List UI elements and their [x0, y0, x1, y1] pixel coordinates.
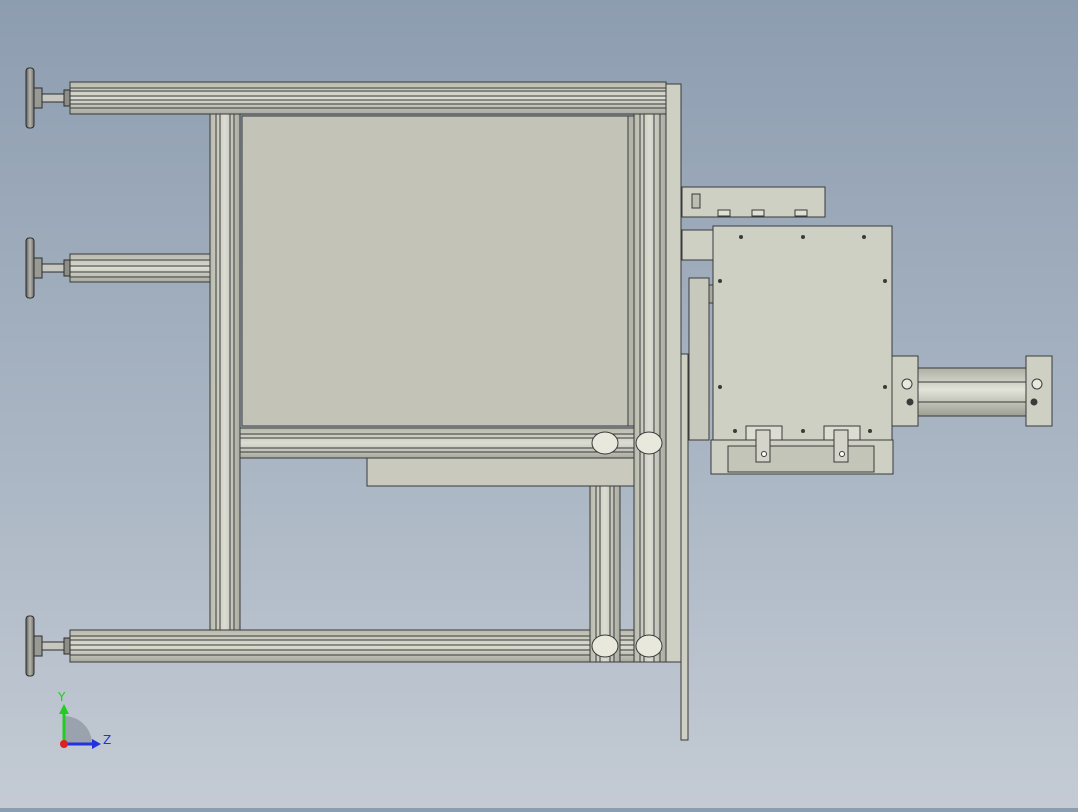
triad-plane [64, 716, 92, 744]
y-axis-head [59, 704, 69, 714]
bottom-rail [69, 629, 667, 663]
right-upright [633, 113, 667, 663]
actuator-assembly [681, 186, 1053, 475]
leveling-foot-middle [25, 237, 71, 299]
middle-rail [69, 253, 212, 283]
leveling-foot-top [25, 67, 71, 129]
top-rail [69, 81, 667, 115]
triad-origin [60, 740, 68, 748]
z-axis-head [92, 739, 101, 749]
z-axis-label: Z [103, 733, 111, 747]
leveling-feet [25, 67, 71, 677]
y-axis-label: Y [57, 690, 66, 704]
cad-viewport[interactable]: Y Z [0, 0, 1078, 808]
mid-crossbar [239, 427, 635, 459]
left-upright [209, 113, 241, 631]
orientation-triad: Y Z [57, 690, 111, 749]
leveling-foot-bottom [25, 615, 71, 677]
actuator-body [712, 225, 893, 441]
assembly-drawing[interactable]: Y Z [0, 0, 1078, 808]
pneumatic-cylinder [891, 355, 1053, 427]
slide-plate [688, 277, 716, 441]
mounting-plate [665, 83, 689, 741]
